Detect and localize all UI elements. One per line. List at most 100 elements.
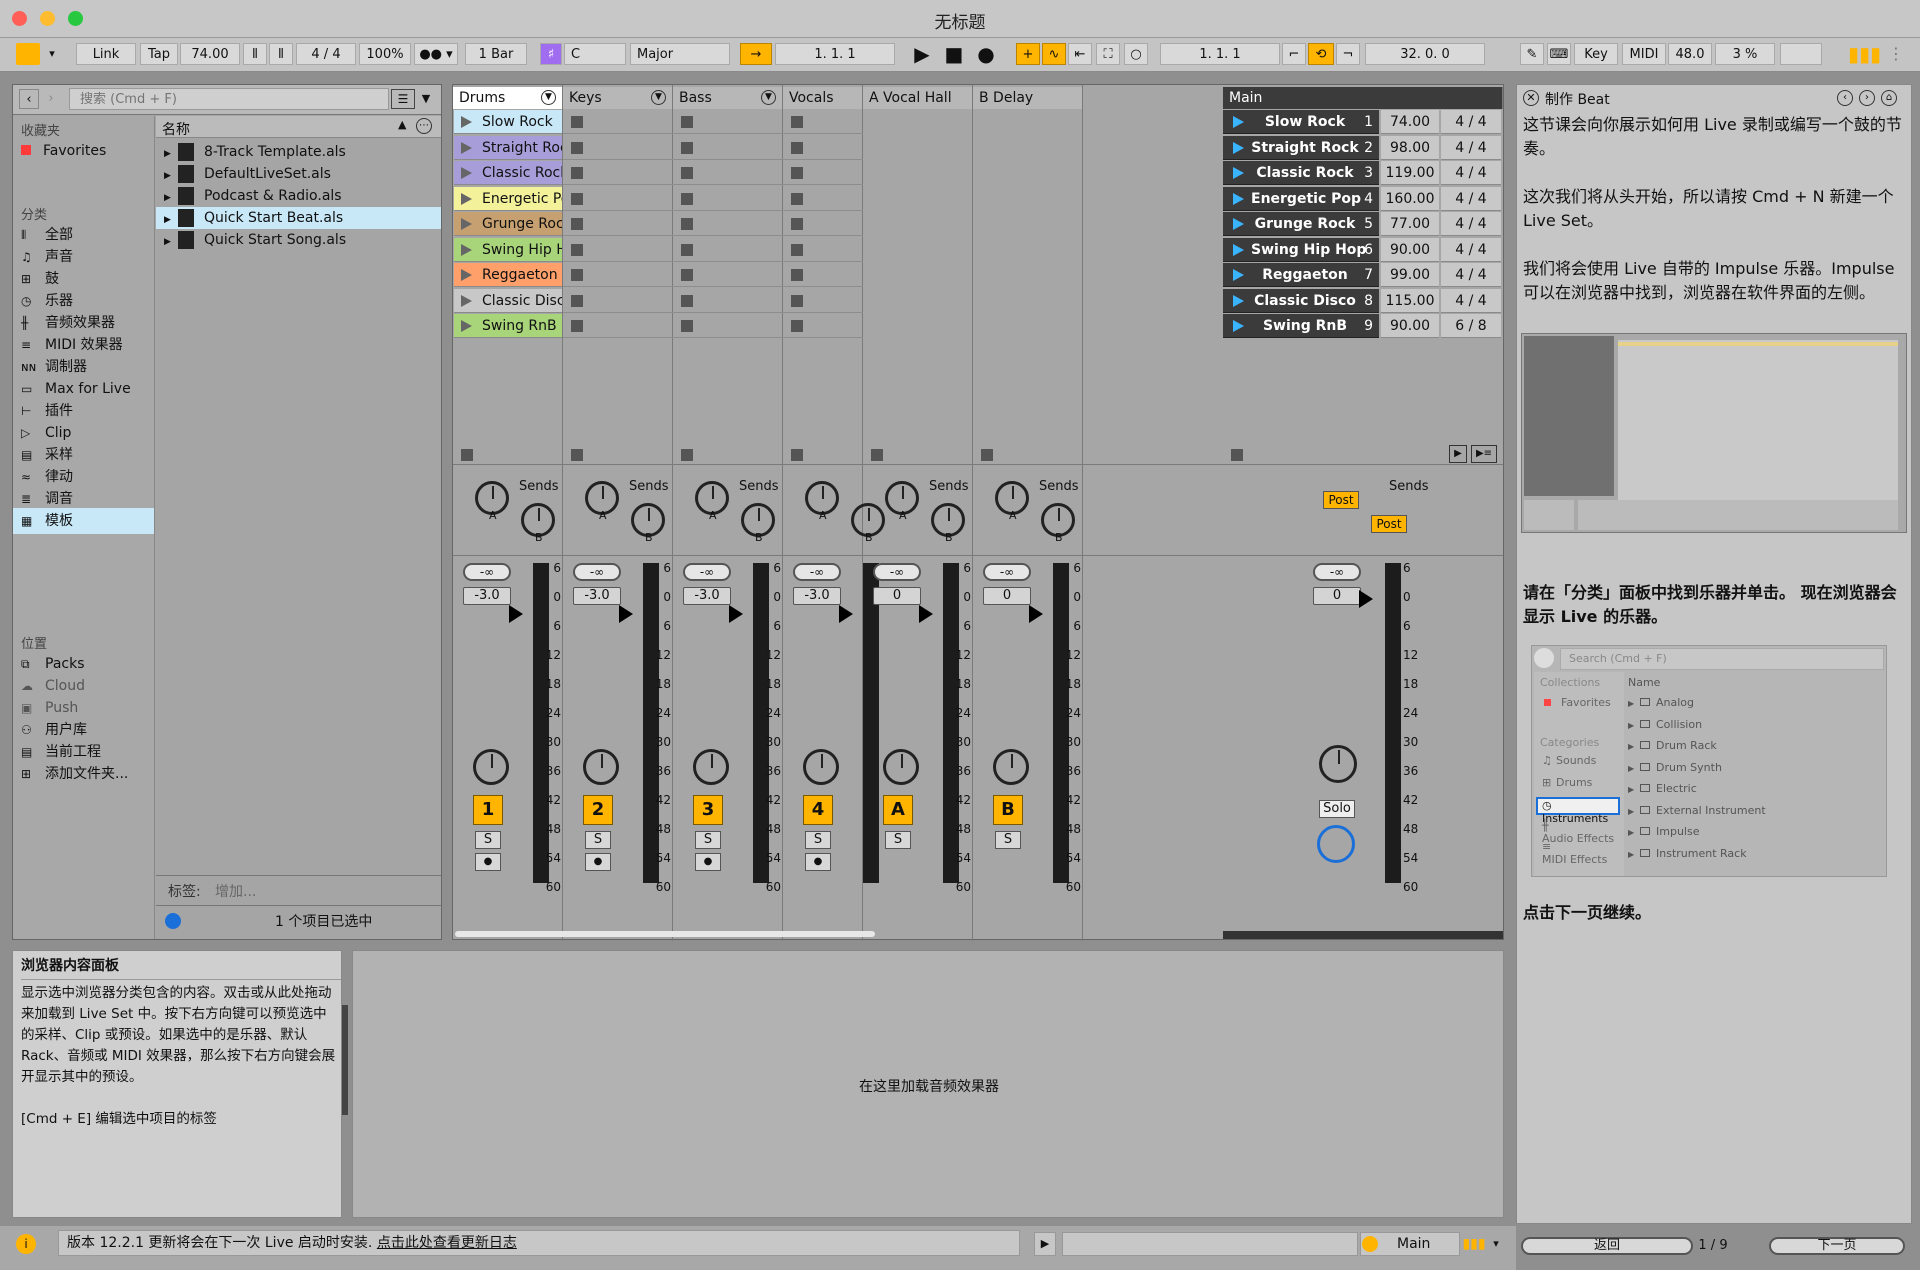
clip-play-icon[interactable] [461,269,472,281]
session-horizontal-scrollbar[interactable] [455,931,875,937]
link-button[interactable]: Link [76,43,136,65]
forward-icon[interactable]: › [1859,90,1875,106]
file-list-item[interactable]: ▶ DefaultLiveSet.als [156,163,441,185]
info-scrollbar[interactable] [342,1005,348,1115]
play-icon[interactable]: ▶ [910,43,934,65]
track-stop-icon[interactable] [571,449,583,461]
back-icon[interactable]: ‹ [19,89,39,109]
grip-icon[interactable]: ⋮ [1884,43,1908,65]
lesson-next-button[interactable]: 下一页 [1769,1237,1905,1255]
clip-stop-icon[interactable] [571,192,583,205]
clip-stop-icon[interactable] [571,141,583,154]
info-icon[interactable]: i [16,1234,36,1254]
tempo-field[interactable]: 74.00 [180,43,240,65]
clip-slot-drums[interactable]: Reggaeton [454,263,562,287]
volume-fader-handle[interactable] [1029,605,1043,623]
clip-stop-icon[interactable] [681,243,693,256]
solo-button[interactable]: S [805,831,831,849]
stop-icon[interactable]: ■ [942,43,966,65]
clip-stop-icon[interactable] [791,294,803,307]
back-to-arrangement-icon[interactable]: ⇤ [1068,43,1092,65]
back-icon[interactable]: ‹ [1837,90,1853,106]
scene-tempo[interactable]: 74.00 [1381,110,1439,134]
name-column-header[interactable]: 名称 ▲ ⋯ [156,116,441,138]
scene-launch-button[interactable]: Classic Rock 3 [1223,161,1379,185]
scene-play-icon[interactable] [1233,320,1244,332]
tap-button[interactable]: Tap [140,43,178,65]
clip-play-icon[interactable] [461,141,472,154]
clip-slot-drums[interactable]: Classic Disco [454,288,562,313]
scene-signature[interactable]: 4 / 4 [1441,161,1501,185]
pan-knob[interactable] [993,749,1029,785]
clip-stop-icon[interactable] [791,320,803,332]
volume-fader-handle[interactable] [839,605,853,623]
sort-icon[interactable]: ▲ [398,118,406,131]
scene-tempo[interactable]: 115.00 [1381,288,1439,313]
scene-play-icon[interactable] [1233,218,1244,230]
expand-icon[interactable]: ▶ [164,143,178,165]
track-activator-button[interactable]: A [883,795,913,825]
key-map-button[interactable]: Key [1574,43,1618,65]
arm-button[interactable]: ● [585,853,611,871]
zoom-field[interactable]: 100% [359,43,411,65]
expand-icon[interactable]: ▶ [164,165,178,187]
home-icon[interactable]: ⌂ [1881,90,1897,106]
stop-all-clips-icon[interactable] [1231,449,1243,461]
tags-input[interactable]: 增加... [215,881,256,901]
scene-tempo[interactable]: 160.00 [1381,186,1439,211]
clip-stop-icon[interactable] [681,192,693,205]
scene-signature[interactable]: 4 / 4 [1441,237,1501,262]
track-activator-button[interactable]: 4 [803,795,833,825]
scene-signature[interactable]: 6 / 8 [1441,314,1501,338]
lesson-back-button[interactable]: 返回 [1521,1237,1693,1255]
scene-tempo[interactable]: 77.00 [1381,212,1439,236]
main-track-header[interactable]: Main [1223,87,1503,109]
capture-icon[interactable]: ⛶ [1096,43,1120,65]
file-list-item[interactable]: ▶ 8-Track Template.als [156,141,441,163]
volume-fader-handle[interactable] [919,605,933,623]
scene-signature[interactable]: 4 / 4 [1441,110,1501,134]
scene-tempo[interactable]: 90.00 [1381,237,1439,262]
file-list-item[interactable]: ▶ Podcast & Radio.als [156,185,441,207]
clip-stop-icon[interactable] [571,218,583,230]
track-header[interactable]: B Delay [973,87,1083,109]
scene-launch-button[interactable]: Swing RnB 9 [1223,314,1379,338]
device-view[interactable]: 在这里加载音频效果器 [352,950,1504,1218]
clip-stop-icon[interactable] [791,167,803,179]
record-icon[interactable]: ● [974,43,998,65]
clip-stop-icon[interactable] [791,116,803,128]
overview-icon[interactable]: ▮▮▮ [1848,43,1881,65]
track-header[interactable]: A Vocal Hall [863,87,973,109]
clip-stop-icon[interactable] [681,320,693,332]
computer-keyboard-icon[interactable]: ⌨ [1547,43,1571,65]
clip-stop-icon[interactable] [571,320,583,332]
clip-stop-icon[interactable] [791,141,803,154]
scene-play-icon[interactable] [1233,192,1244,205]
track-activator-button[interactable]: 3 [693,795,723,825]
scene-tempo[interactable]: 99.00 [1381,263,1439,287]
scene-tempo[interactable]: 119.00 [1381,161,1439,185]
clip-stop-icon[interactable] [571,294,583,307]
track-header[interactable]: Bass ▼ [673,87,783,109]
clip-slot-drums[interactable]: Straight Rock [454,135,562,160]
clip-slot-drums[interactable]: Grunge Rock [454,212,562,236]
track-menu-icon[interactable]: ▼ [541,90,556,105]
browser-search-input[interactable] [69,88,389,110]
filter-icon[interactable]: ☰ [391,89,415,109]
pan-knob[interactable] [883,749,919,785]
expand-icon[interactable]: ▶ [164,209,178,231]
clip-slot-drums[interactable]: Swing RnB [454,314,562,338]
volume-field[interactable]: -3.0 [793,587,841,605]
clip-stop-icon[interactable] [681,218,693,230]
volume-field[interactable]: -3.0 [683,587,731,605]
follow-icon[interactable]: → [740,43,772,65]
clip-stop-icon[interactable] [571,167,583,179]
scene-tempo[interactable]: 98.00 [1381,135,1439,160]
key-select[interactable]: C [564,43,626,65]
scene-play-icon[interactable] [1233,167,1244,179]
forward-icon[interactable]: › [41,89,61,109]
status-timeline[interactable] [1062,1232,1358,1256]
scene-play-icon[interactable] [1233,116,1244,128]
scene-launch-button[interactable]: Swing Hip Hop 6 [1223,237,1379,262]
clip-slot-drums[interactable]: Swing Hip Hop [454,237,562,262]
